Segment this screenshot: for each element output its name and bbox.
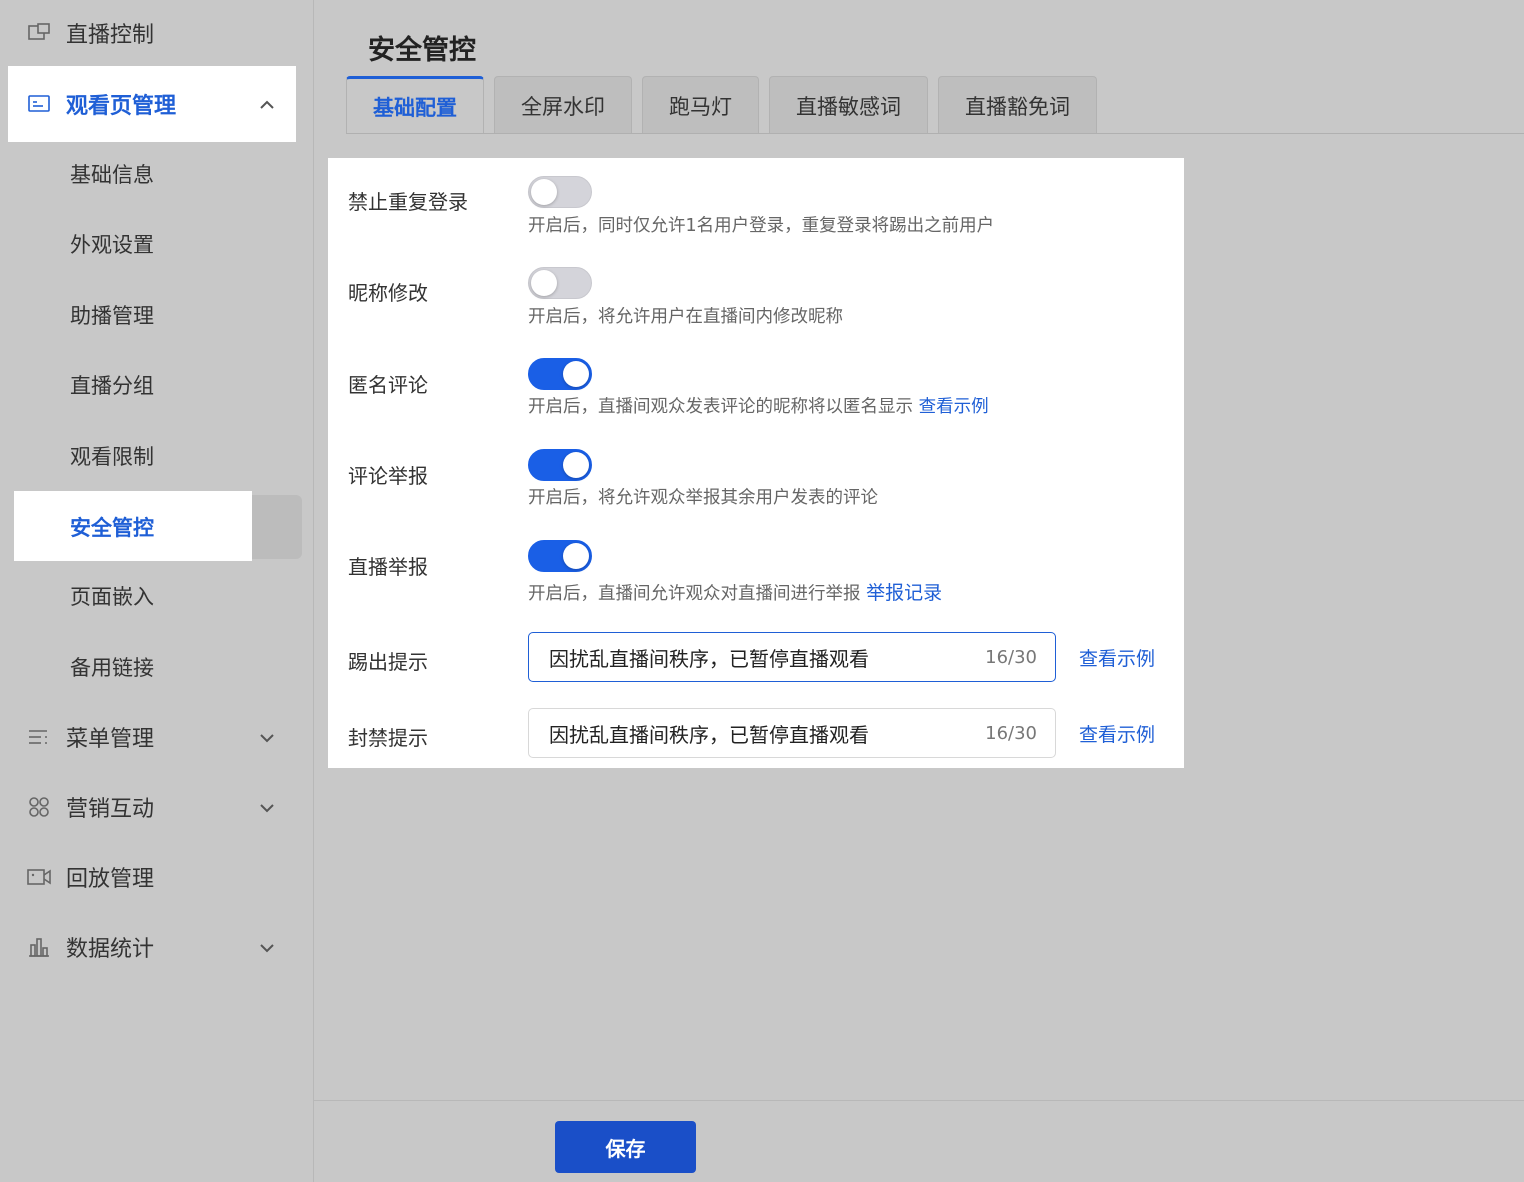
- setting-description: 开启后，将允许观众举报其余用户发表的评论: [528, 488, 878, 508]
- comment-report-toggle[interactable]: [528, 449, 592, 481]
- repeat-login-toggle[interactable]: [528, 176, 592, 208]
- toggle-knob: [563, 452, 589, 478]
- sidebar-item-security[interactable]: 安全管控: [14, 491, 302, 561]
- sidebar-item-label: 直播分组: [70, 374, 154, 398]
- live-control-icon: [26, 20, 52, 46]
- nav-stats-label: 数据统计: [66, 937, 155, 962]
- sidebar-item-label: 备用链接: [70, 656, 154, 680]
- sidebar-item-assistant[interactable]: 助播管理: [14, 283, 302, 347]
- input-value: 因扰乱直播间秩序，已暂停直播观看: [549, 646, 869, 671]
- setting-label: 直播举报: [348, 555, 428, 579]
- nav-live-control[interactable]: 直播控制: [8, 0, 296, 66]
- toggle-knob: [563, 543, 589, 569]
- sidebar-item-backup-link[interactable]: 备用链接: [14, 635, 302, 699]
- nav-marketing-label: 营销互动: [66, 797, 155, 822]
- anonymous-toggle[interactable]: [528, 358, 592, 390]
- live-report-toggle[interactable]: [528, 540, 592, 572]
- setting-label: 封禁提示: [348, 726, 428, 750]
- anonymous-example-link[interactable]: 查看示例: [919, 397, 989, 417]
- nav-replay-label: 回放管理: [66, 867, 155, 892]
- video-camera-icon: [26, 864, 52, 890]
- sidebar-item-label: 页面嵌入: [70, 585, 154, 609]
- toggle-knob: [563, 361, 589, 387]
- char-counter: 16/30: [985, 646, 1037, 668]
- watch-page-icon: [26, 91, 52, 117]
- tab-sensitive-words[interactable]: 直播敏感词: [769, 76, 928, 134]
- tab-basic-config[interactable]: 基础配置: [346, 76, 484, 134]
- sidebar-item-label: 助播管理: [70, 304, 154, 328]
- nav-replay[interactable]: 回放管理: [8, 840, 296, 914]
- save-button[interactable]: 保存: [555, 1121, 696, 1173]
- setting-label: 匿名评论: [348, 373, 428, 397]
- sidebar-item-appearance[interactable]: 外观设置: [14, 212, 302, 276]
- tab-bar: 基础配置 全屏水印 跑马灯 直播敏感词 直播豁免词: [346, 76, 1107, 134]
- sidebar-item-label: 基础信息: [70, 163, 154, 187]
- sidebar-item-basic-info[interactable]: 基础信息: [14, 142, 302, 206]
- sidebar: 直播控制 观看页管理 基础信息 外观设置 助播管理 直播分组 观看限制 安全管控…: [0, 0, 314, 1182]
- toggle-knob: [531, 270, 557, 296]
- bar-chart-icon: [26, 934, 52, 960]
- sidebar-item-live-group[interactable]: 直播分组: [14, 353, 302, 417]
- sidebar-item-embed[interactable]: 页面嵌入: [14, 564, 302, 628]
- nav-watch-page-label: 观看页管理: [66, 94, 177, 119]
- input-value: 因扰乱直播间秩序，已暂停直播观看: [549, 722, 869, 747]
- tab-marquee[interactable]: 跑马灯: [642, 76, 759, 134]
- app: 直播控制 观看页管理 基础信息 外观设置 助播管理 直播分组 观看限制 安全管控…: [0, 0, 1524, 1182]
- setting-description: 开启后，将允许用户在直播间内修改昵称: [528, 307, 843, 327]
- kick-tip-example-link[interactable]: 查看示例: [1079, 644, 1155, 671]
- sidebar-item-label: 外观设置: [70, 233, 154, 257]
- setting-label: 踢出提示: [348, 650, 428, 674]
- char-counter: 16/30: [985, 722, 1037, 744]
- apps-icon: [26, 794, 52, 820]
- report-records-link[interactable]: 举报记录: [866, 582, 942, 604]
- footer-divider: [314, 1100, 1524, 1101]
- sidebar-item-label: 观看限制: [70, 445, 154, 469]
- ban-tip-input[interactable]: 因扰乱直播间秩序，已暂停直播观看 16/30: [528, 708, 1056, 758]
- toggle-knob: [531, 179, 557, 205]
- setting-label: 昵称修改: [348, 281, 428, 305]
- nav-watch-page[interactable]: 观看页管理: [8, 66, 296, 142]
- page-title: 安全管控: [368, 35, 476, 66]
- sidebar-item-watch-limit[interactable]: 观看限制: [14, 424, 302, 488]
- tab-exempt-words[interactable]: 直播豁免词: [938, 76, 1097, 134]
- settings-panel: 禁止重复登录 开启后，同时仅允许1名用户登录，重复登录将踢出之前用户 昵称修改 …: [328, 158, 1184, 768]
- tab-watermark[interactable]: 全屏水印: [494, 76, 632, 134]
- nickname-toggle[interactable]: [528, 267, 592, 299]
- setting-label: 禁止重复登录: [348, 190, 468, 214]
- menu-list-icon: [26, 724, 52, 750]
- setting-description: 开启后，同时仅允许1名用户登录，重复登录将踢出之前用户: [528, 216, 995, 236]
- setting-label: 评论举报: [348, 464, 428, 488]
- nav-stats[interactable]: 数据统计: [8, 910, 296, 984]
- chevron-down-icon[interactable]: [252, 728, 282, 747]
- kick-tip-input[interactable]: 因扰乱直播间秩序，已暂停直播观看 16/30: [528, 632, 1056, 682]
- setting-description: 开启后，直播间允许观众对直播间进行举报 举报记录: [528, 582, 943, 604]
- nav-menu-mgmt-label: 菜单管理: [66, 727, 155, 752]
- nav-marketing[interactable]: 营销互动: [8, 770, 296, 844]
- setting-description: 开启后，直播间观众发表评论的昵称将以匿名显示 查看示例: [528, 397, 989, 417]
- chevron-down-icon[interactable]: [252, 798, 282, 817]
- nav-live-control-label: 直播控制: [66, 23, 155, 48]
- chevron-down-icon[interactable]: [252, 938, 282, 957]
- nav-menu-mgmt[interactable]: 菜单管理: [8, 700, 296, 774]
- sidebar-item-label: 安全管控: [70, 516, 154, 540]
- chevron-up-icon[interactable]: [252, 95, 282, 114]
- tabs-divider: [346, 133, 1524, 134]
- ban-tip-example-link[interactable]: 查看示例: [1079, 720, 1155, 747]
